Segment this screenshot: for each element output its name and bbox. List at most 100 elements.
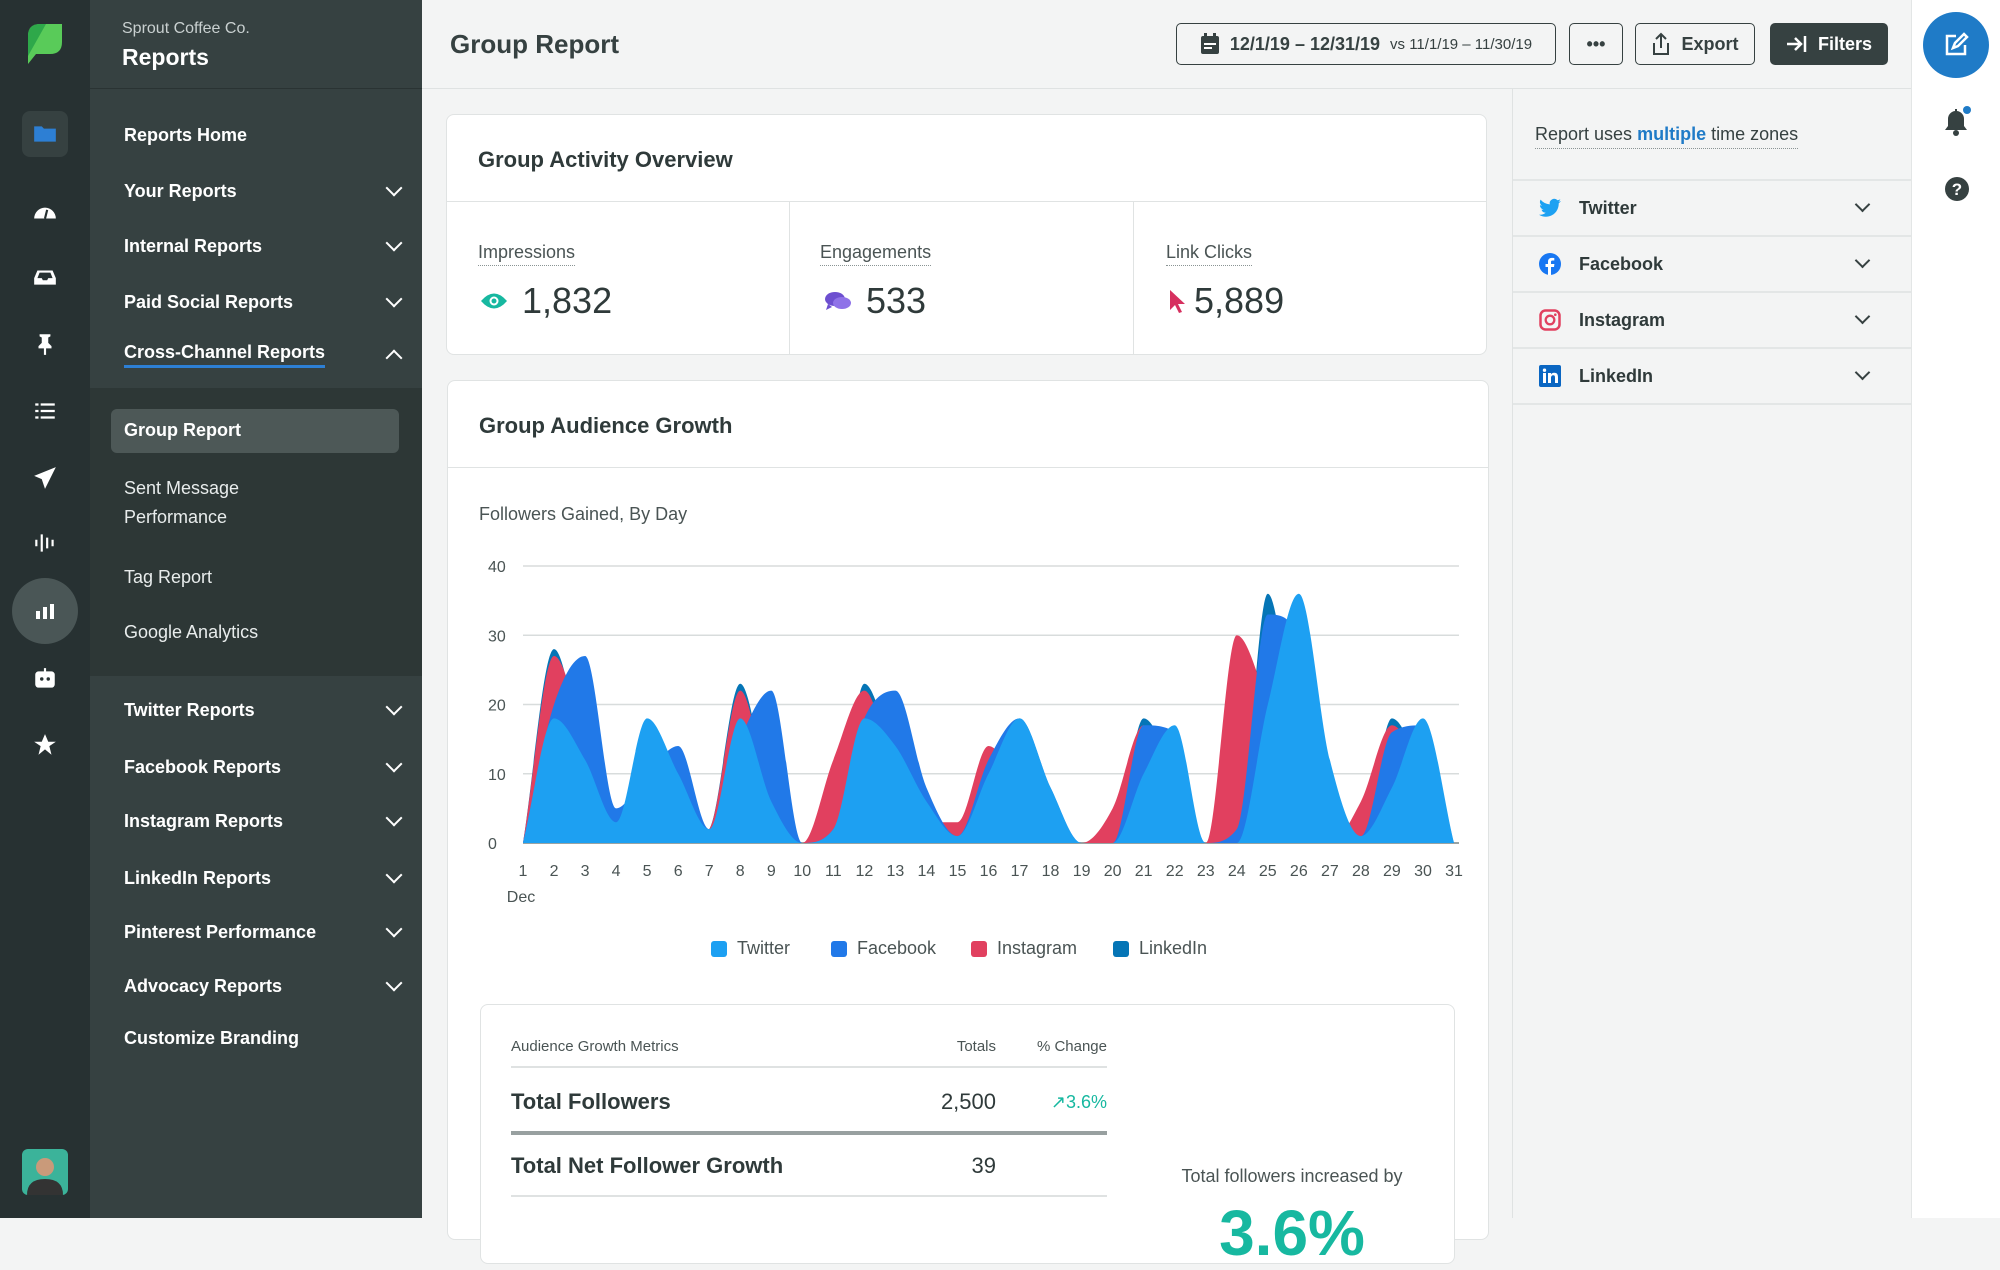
nav-paid-social-reports[interactable]: Paid Social Reports bbox=[124, 287, 404, 317]
pin-icon[interactable] bbox=[22, 321, 68, 367]
metric-label-impressions[interactable]: Impressions bbox=[478, 242, 576, 266]
nav-linkedin-reports[interactable]: LinkedIn Reports bbox=[124, 863, 404, 893]
section-title: Reports bbox=[122, 44, 209, 70]
paper-plane-icon[interactable] bbox=[22, 455, 68, 501]
divider bbox=[1513, 403, 1912, 405]
nav-cross-channel-reports[interactable]: Cross-Channel Reports bbox=[124, 340, 404, 370]
compose-button[interactable] bbox=[1923, 12, 1989, 78]
metric-label-link-clicks[interactable]: Link Clicks bbox=[1166, 242, 1253, 266]
legend-linkedin[interactable]: LinkedIn bbox=[1113, 938, 1207, 959]
submenu-item-tag-report[interactable]: Tag Report bbox=[124, 563, 212, 592]
bell-icon bbox=[1945, 106, 1971, 136]
table-row-total: 2,500 bbox=[940, 1089, 996, 1114]
nav-twitter-reports[interactable]: Twitter Reports bbox=[124, 695, 404, 725]
more-button[interactable]: ••• bbox=[1569, 23, 1623, 65]
eye-icon bbox=[481, 293, 507, 309]
page-header: Group Report 12/1/19 – 12/31/19 vs 11/1/… bbox=[422, 0, 1911, 89]
y-tick-label: 10 bbox=[488, 767, 506, 784]
export-button[interactable]: Export bbox=[1635, 23, 1755, 65]
y-tick-label: 0 bbox=[488, 836, 497, 853]
nav-reports-home[interactable]: Reports Home bbox=[124, 120, 404, 150]
x-tick-label: 2 bbox=[550, 863, 559, 880]
notifications-button[interactable] bbox=[1943, 106, 1971, 143]
folder-icon[interactable] bbox=[22, 111, 68, 157]
calendar-icon bbox=[1200, 33, 1219, 54]
timezone-notice[interactable]: Report uses multiple time zones bbox=[1535, 124, 1799, 149]
followers-area-chart: 0102030401 2 3 4 5 6 7 8 9 10 11 12 13 14 15 16 17 18 19 20… bbox=[488, 559, 1463, 906]
nav-label: Instagram Reports bbox=[124, 810, 284, 831]
app-rail bbox=[0, 0, 90, 1218]
network-label: LinkedIn bbox=[1579, 365, 1654, 386]
metric-label-engagements[interactable]: Engagements bbox=[820, 242, 932, 266]
nav-label: Internal Reports bbox=[124, 235, 263, 256]
x-tick-label: 10 bbox=[793, 863, 811, 880]
x-tick-label: 15 bbox=[949, 863, 967, 880]
x-tick-label: 14 bbox=[918, 863, 936, 880]
card-title: Group Audience Growth bbox=[479, 413, 733, 438]
nav-internal-reports[interactable]: Internal Reports bbox=[124, 231, 404, 261]
legend-instagram[interactable]: Instagram bbox=[971, 938, 1077, 959]
network-filter-instagram[interactable]: Instagram bbox=[1513, 291, 1912, 347]
x-tick-label: 6 bbox=[674, 863, 683, 880]
divider bbox=[447, 201, 1486, 202]
inbox-icon[interactable] bbox=[22, 254, 68, 300]
nav-instagram-reports[interactable]: Instagram Reports bbox=[124, 806, 404, 836]
table-row-metric: Total Followers bbox=[511, 1089, 671, 1114]
tz-link[interactable]: multiple bbox=[1637, 124, 1706, 144]
submenu-item-sent-message[interactable]: Sent Message bbox=[124, 474, 239, 503]
nav-customize-branding[interactable]: Customize Branding bbox=[124, 1023, 404, 1053]
divider bbox=[511, 1131, 1107, 1135]
network-filter-linkedin[interactable]: LinkedIn bbox=[1513, 347, 1912, 403]
legend-swatch bbox=[971, 940, 987, 957]
table-row-total: 39 bbox=[971, 1153, 996, 1178]
legend-twitter[interactable]: Twitter bbox=[711, 938, 790, 959]
nav-label: Your Reports bbox=[124, 180, 237, 201]
chevron-up-icon bbox=[385, 349, 403, 367]
table-row-change: ↗3.6% bbox=[1040, 1092, 1107, 1113]
share-icon bbox=[1653, 32, 1670, 55]
x-tick-label: 20 bbox=[1104, 863, 1122, 880]
nav-label: Pinterest Performance bbox=[124, 921, 317, 942]
submenu-item-google-analytics[interactable]: Google Analytics bbox=[124, 618, 258, 647]
x-tick-label: 31 bbox=[1445, 863, 1463, 880]
x-tick-label: 13 bbox=[887, 863, 905, 880]
nav-your-reports[interactable]: Your Reports bbox=[124, 176, 404, 206]
reports-sidebar: Sprout Coffee Co. Reports Reports Home Y… bbox=[90, 0, 422, 1218]
x-tick-label: 22 bbox=[1166, 863, 1184, 880]
gauge-icon[interactable] bbox=[22, 189, 68, 235]
legend-facebook[interactable]: Facebook bbox=[831, 938, 936, 959]
list-icon[interactable] bbox=[22, 388, 68, 434]
audio-bars-icon[interactable] bbox=[22, 520, 68, 566]
cursor-icon bbox=[1170, 290, 1185, 313]
compare-range: vs 11/1/19 – 11/30/19 bbox=[1390, 35, 1533, 53]
nav-advocacy-reports[interactable]: Advocacy Reports bbox=[124, 971, 404, 1001]
bot-icon[interactable] bbox=[22, 656, 68, 702]
x-tick-label: 18 bbox=[1042, 863, 1060, 880]
nav-facebook-reports[interactable]: Facebook Reports bbox=[124, 752, 404, 782]
nav-pinterest-performance[interactable]: Pinterest Performance bbox=[124, 917, 404, 947]
divider bbox=[1133, 201, 1134, 355]
x-tick-label: 23 bbox=[1197, 863, 1215, 880]
instagram-icon bbox=[1539, 309, 1561, 331]
date-range: 12/1/19 – 12/31/19 bbox=[1229, 33, 1381, 54]
avatar[interactable] bbox=[22, 1149, 68, 1195]
filters-button[interactable]: Filters bbox=[1770, 23, 1888, 65]
nav-label: Paid Social Reports bbox=[124, 291, 294, 312]
sprout-logo[interactable] bbox=[26, 22, 64, 71]
x-tick-label: 19 bbox=[1073, 863, 1091, 880]
summary-label: Total followers increased by bbox=[1181, 1166, 1403, 1186]
date-range-picker[interactable]: 12/1/19 – 12/31/19 vs 11/1/19 – 11/30/19 bbox=[1176, 23, 1556, 65]
submenu-item-sent-message-line2[interactable]: Performance bbox=[124, 503, 227, 532]
network-filter-twitter[interactable]: Twitter bbox=[1513, 179, 1912, 235]
x-tick-label: 1 bbox=[519, 863, 528, 880]
y-tick-label: 40 bbox=[488, 559, 506, 576]
star-icon[interactable] bbox=[22, 722, 68, 768]
bar-chart-icon[interactable] bbox=[12, 578, 78, 644]
help-button[interactable]: ? bbox=[1945, 177, 1969, 206]
network-filter-facebook[interactable]: Facebook bbox=[1513, 235, 1912, 291]
chevron-down-icon bbox=[385, 809, 403, 827]
legend-label: Twitter bbox=[737, 938, 791, 958]
chevron-down-icon bbox=[1854, 252, 1871, 269]
submenu-label-group-report[interactable]: Group Report bbox=[124, 416, 241, 445]
change-value: 3.6% bbox=[1065, 1092, 1107, 1112]
